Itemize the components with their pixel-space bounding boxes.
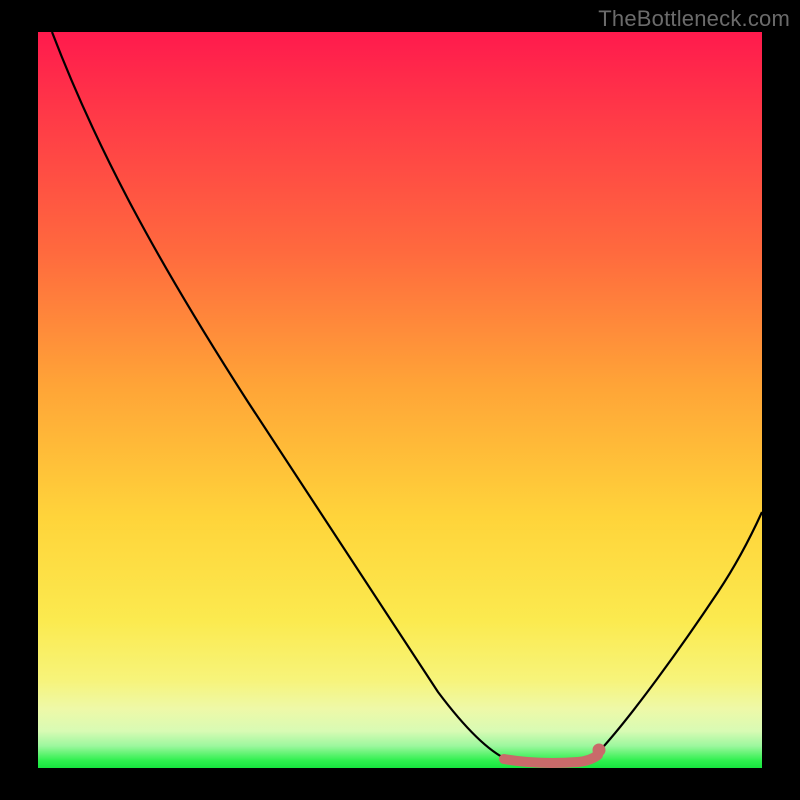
bottleneck-curve	[52, 32, 762, 764]
chart-frame: TheBottleneck.com	[0, 0, 800, 800]
curve-layer	[38, 32, 762, 768]
trough-marker-dot	[593, 744, 606, 757]
watermark-text: TheBottleneck.com	[598, 6, 790, 32]
plot-area	[38, 32, 762, 768]
trough-marker-line	[504, 755, 598, 763]
